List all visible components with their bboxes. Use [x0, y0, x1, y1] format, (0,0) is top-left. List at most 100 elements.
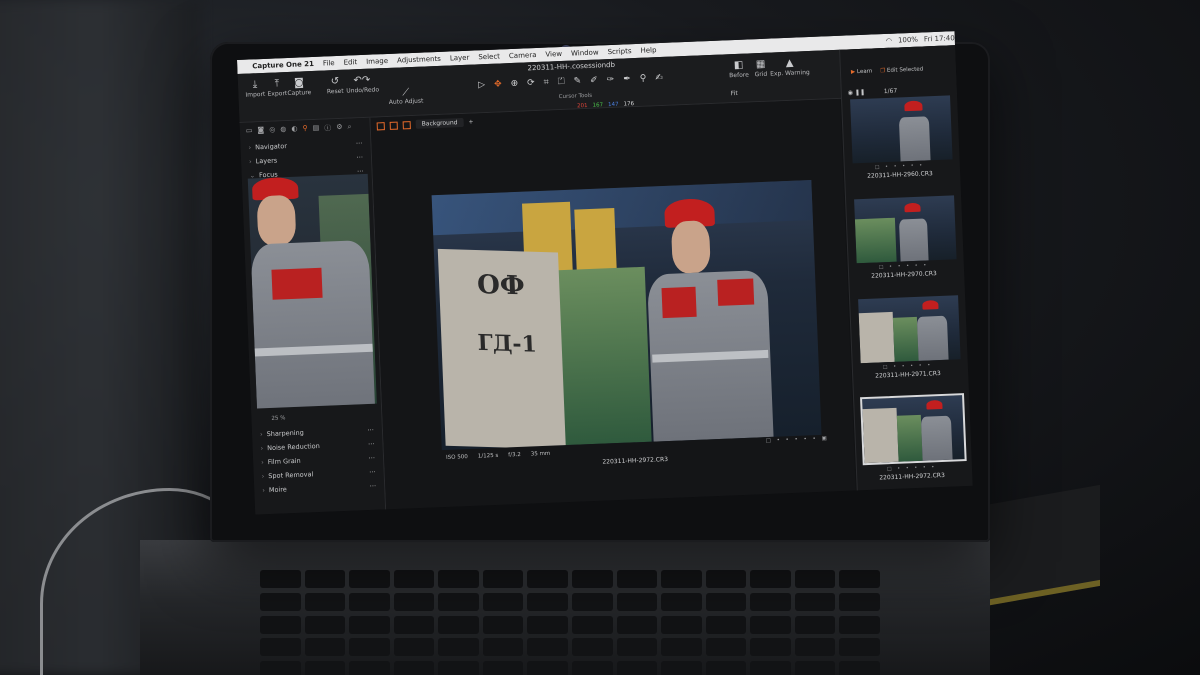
menu-layer[interactable]: Layer — [450, 54, 470, 63]
menu-camera[interactable]: Camera — [509, 51, 537, 60]
photo-panel: ОФ ГД-1 — [437, 248, 566, 450]
rating-dots[interactable]: □ • • • • • ▣ — [766, 436, 829, 445]
keyboard-key — [616, 661, 658, 675]
menu-help[interactable]: Help — [640, 46, 656, 55]
thumbnail-selected[interactable] — [860, 393, 967, 466]
capture-button[interactable]: ◙ Capture — [286, 77, 313, 97]
keyboard-key — [839, 615, 880, 634]
eye-icon[interactable]: ◉ — [848, 89, 854, 96]
menu-scripts[interactable]: Scripts — [607, 47, 631, 56]
compare-view-icon[interactable] — [402, 120, 411, 129]
battery-label[interactable]: 100% — [898, 36, 918, 45]
thumb-rating[interactable]: □ • • • • • — [883, 362, 933, 370]
auto-adjust-button[interactable]: ⟋ Auto Adjust — [388, 87, 424, 106]
section-label: Navigator — [254, 142, 288, 152]
section-menu-icon[interactable]: ⋯ — [368, 440, 375, 448]
keyboard-key — [304, 592, 346, 611]
thumbnail[interactable] — [850, 95, 953, 164]
viewer-toolbar: Background + — [376, 117, 474, 131]
pause-icon[interactable]: ❚❚ — [855, 89, 865, 96]
picker-cursor-icon[interactable]: ⚲ — [640, 74, 647, 84]
focus-zoom-level[interactable]: 25 % — [271, 415, 285, 422]
keyboard-key — [750, 638, 791, 657]
clock[interactable]: Fri 17:40 — [924, 34, 955, 43]
learn-button[interactable]: ▶ Learn — [851, 69, 873, 76]
thumb-rating[interactable]: □ • • • • • — [875, 163, 925, 171]
keyboard-key — [482, 592, 524, 611]
keyboard-key — [839, 570, 880, 588]
main-photo[interactable]: ОФ ГД-1 — [431, 180, 822, 451]
photo-stripe-right — [717, 278, 755, 306]
menu-edit[interactable]: Edit — [343, 58, 357, 67]
reset-label: Reset — [326, 87, 344, 96]
menu-window[interactable]: Window — [571, 48, 599, 57]
app-menu[interactable]: Capture One 21 — [252, 60, 314, 70]
brush-cursor-icon[interactable]: ✎ — [573, 76, 581, 86]
gradient-cursor-icon[interactable]: ✑ — [607, 75, 615, 85]
exposure-tab-icon[interactable]: ◐ — [291, 125, 298, 135]
capture-tab-icon[interactable]: ◙ — [257, 126, 264, 136]
edit-selected-label: Edit Selected — [886, 66, 924, 74]
thumb-filename: 220311-HH-2970.CR3 — [871, 270, 937, 280]
lens-tab-icon[interactable]: ◎ — [269, 126, 276, 136]
keyboard-key — [527, 615, 568, 634]
keyboard-key — [438, 592, 479, 611]
thumb-rating[interactable]: □ • • • • • — [879, 262, 929, 270]
output-tab-icon[interactable]: ⚙ — [336, 123, 343, 133]
multi-view-icon[interactable] — [389, 121, 398, 130]
keystone-cursor-icon[interactable]: ⏍ — [558, 77, 565, 87]
menu-file[interactable]: File — [323, 59, 335, 67]
thumbnail[interactable] — [858, 295, 961, 364]
heal-cursor-icon[interactable]: ✒ — [623, 74, 631, 84]
section-menu-icon[interactable]: ⋯ — [370, 482, 377, 490]
zoom-cursor-icon[interactable]: ⊕ — [510, 79, 518, 89]
photo-filename: 220311-HH-2972.CR3 — [602, 456, 669, 466]
edit-selected-button[interactable]: ❐ Edit Selected — [880, 66, 923, 74]
background-select[interactable]: Background — [415, 117, 464, 129]
thumb-helmet — [926, 399, 943, 410]
thumb-machinery — [892, 316, 919, 362]
library-tab-icon[interactable]: ▭ — [246, 126, 253, 136]
select-cursor-icon[interactable]: ▷ — [478, 80, 485, 90]
section-menu-icon[interactable]: ⋯ — [356, 139, 363, 147]
thumb-worker — [916, 315, 949, 361]
rotate-cursor-icon[interactable]: ⟳ — [527, 78, 535, 88]
keyboard-key — [527, 661, 568, 675]
section-menu-icon[interactable]: ⋯ — [367, 426, 374, 434]
fit-selector[interactable]: Fit — [731, 90, 738, 97]
add-layer-icon[interactable]: + — [468, 119, 473, 126]
metadata-tab-icon[interactable]: ⓘ — [324, 123, 331, 133]
crop-cursor-icon[interactable]: ⌗ — [544, 78, 549, 88]
thumb-filename: 220311-HH-2960.CR3 — [867, 170, 933, 180]
search-tab-icon[interactable]: ⌕ — [347, 122, 351, 132]
menu-select[interactable]: Select — [478, 52, 500, 61]
thumb-rating[interactable]: □ • • • • • — [887, 464, 937, 472]
desk-book — [985, 484, 1100, 607]
exposure-warning-button[interactable]: ▲ Exp. Warning — [769, 57, 810, 78]
annotate-cursor-icon[interactable]: ✍ — [655, 73, 663, 83]
keyboard-key — [661, 592, 702, 611]
details-tab-icon[interactable]: ⚲ — [302, 124, 308, 134]
menu-adjustments[interactable]: Adjustments — [397, 55, 441, 65]
thumb-panel — [858, 311, 895, 364]
reset-button[interactable]: ↺ Reset — [322, 76, 349, 96]
menu-image[interactable]: Image — [366, 57, 388, 66]
keyboard-key — [304, 615, 346, 634]
undo-redo-button[interactable]: ↶↷ Undo/Redo — [346, 74, 379, 95]
menu-view[interactable]: View — [545, 50, 562, 59]
eraser-cursor-icon[interactable]: ✐ — [590, 76, 598, 86]
thumbnail[interactable] — [854, 195, 957, 264]
adjust-tab-icon[interactable]: ▤ — [313, 124, 320, 134]
chevron-right-icon: › — [259, 430, 263, 439]
preview-stripe — [271, 267, 323, 300]
section-menu-icon[interactable]: ⋯ — [369, 468, 376, 476]
color-tab-icon[interactable]: ◍ — [280, 125, 287, 135]
pan-cursor-icon[interactable]: ✥ — [494, 79, 502, 89]
wifi-icon[interactable]: ◠ — [886, 37, 892, 45]
section-menu-icon[interactable]: ⋯ — [356, 153, 363, 161]
single-view-icon[interactable] — [376, 121, 385, 130]
panel-text-bottom: ГД-1 — [477, 329, 538, 358]
keyboard-key — [572, 592, 613, 611]
section-menu-icon[interactable]: ⋯ — [368, 454, 375, 462]
thumb-helmet — [904, 202, 921, 213]
